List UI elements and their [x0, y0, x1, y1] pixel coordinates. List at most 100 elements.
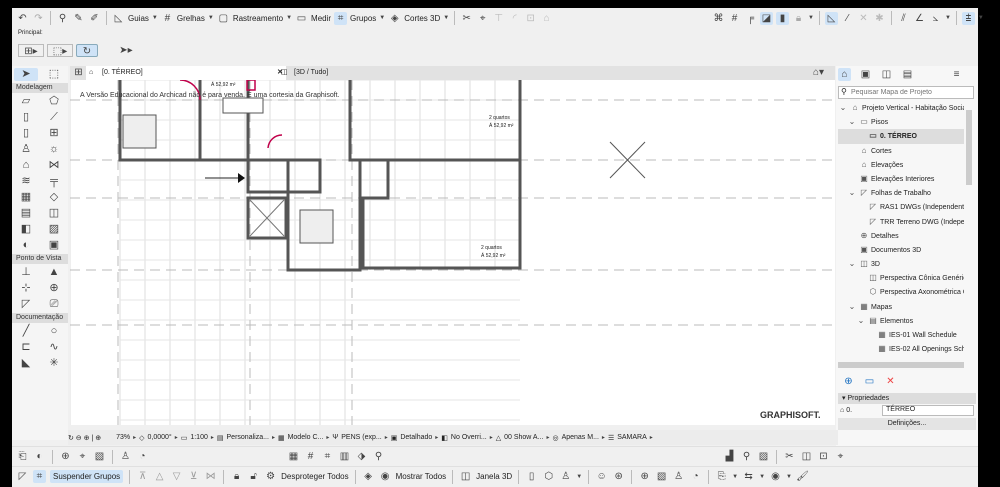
morph2-icon[interactable]: ◐ [20, 239, 33, 252]
globe-icon[interactable]: ⊕ [638, 470, 651, 483]
polyline-icon[interactable]: ⊏ [20, 341, 33, 354]
add-icon[interactable]: ⊕ [842, 375, 855, 388]
viewpoint-section[interactable]: Ponto de Vista [12, 254, 68, 264]
intersection-icon[interactable]: ✕ [857, 12, 870, 25]
lock-element-icon[interactable]: 🔒︎ [230, 470, 243, 483]
window3d-button[interactable]: Janela 3D [476, 472, 512, 481]
adjust-icon[interactable]: ⌖ [476, 12, 489, 25]
show-icon[interactable]: ⎗ [16, 450, 29, 463]
table-icon[interactable]: ▥ [338, 450, 351, 463]
elevation-tool-icon[interactable]: ▲ [48, 266, 61, 279]
grids-button[interactable]: Grelhas [177, 14, 205, 23]
view-options-icon[interactable]: ⌂▾ [812, 66, 825, 79]
pick-up-icon[interactable]: ⚲ [56, 12, 69, 25]
hide-icon[interactable]: ◐ [33, 450, 46, 463]
tree-item[interactable]: ◸ RAS1 DWGs (Independente) [838, 200, 964, 214]
guide-line-icon[interactable]: ◺ [824, 11, 838, 25]
railing-icon[interactable]: ╤ [48, 175, 61, 188]
perpendicular-icon[interactable]: ∠ [913, 12, 926, 25]
gravity-icon[interactable]: ◪ [760, 11, 773, 25]
trim-icon[interactable]: ⊤ [492, 12, 505, 25]
view-map-icon[interactable]: ▣ [859, 68, 872, 81]
line-tool-icon[interactable]: ╱ [20, 325, 33, 338]
cube-3d-icon[interactable]: ⬡ [542, 470, 555, 483]
transfer-icon[interactable]: ⇆ [742, 470, 755, 483]
stair-icon[interactable]: ≋ [20, 175, 33, 188]
tree-item[interactable]: ▦ IES-01 Wall Schedule [838, 328, 964, 342]
ghost-story-icon[interactable]: ♙ [672, 470, 685, 483]
zone-stamp-icon[interactable]: ▣ [48, 239, 61, 252]
horizontal-scrollbar[interactable] [838, 362, 964, 368]
tree-item[interactable]: ◸TRR Terreno DWG (Independente) [838, 215, 964, 229]
solid-ops-icon[interactable]: ⌂ [540, 12, 553, 25]
snap-icon[interactable]: ⌘ [712, 12, 725, 25]
hash-icon[interactable]: # [304, 450, 317, 463]
expander-icon[interactable]: ⌄ [847, 186, 857, 200]
section-tool-icon[interactable]: ⊥ [20, 266, 33, 279]
expander-icon[interactable]: ⌄ [847, 257, 857, 271]
roof-icon[interactable]: ⌂ [20, 159, 33, 172]
skylight-icon[interactable]: ◧ [20, 223, 33, 236]
magic-icon[interactable]: ⌖ [834, 450, 847, 463]
bring-front-icon[interactable]: ⊼ [136, 470, 149, 483]
publisher-icon[interactable]: ▤ [901, 68, 914, 81]
zoom-icon[interactable]: ⚲ [740, 450, 753, 463]
settings-button[interactable]: Definições... [838, 418, 976, 430]
floor-plan-canvas[interactable]: A Versão Educacional do Archicad não é p… [70, 80, 835, 425]
split-icon[interactable]: ✂ [460, 12, 473, 25]
grid-snap-icon[interactable]: # [728, 12, 741, 25]
backward-icon[interactable]: ▽ [170, 470, 183, 483]
mesh-icon[interactable]: ◇ [48, 191, 61, 204]
menu-icon[interactable]: ≡ [950, 68, 963, 81]
layer-combo[interactable]: Personaliza... [227, 434, 269, 441]
marquee-icon[interactable]: ⬚▸ [47, 44, 73, 57]
parallel-icon[interactable]: ⫽ [897, 12, 910, 25]
search-input[interactable] [838, 86, 974, 99]
slab-icon[interactable]: ⬠ [48, 95, 61, 108]
tree-item[interactable]: ⌄ ▤ Elementos [838, 314, 964, 328]
door-icon[interactable]: ▯ [20, 127, 33, 140]
undo-icon[interactable]: ↶ [16, 12, 29, 25]
send-back-icon[interactable]: ⊻ [187, 470, 200, 483]
snap-points-icon[interactable]: ⩲ [961, 11, 975, 25]
chart-icon[interactable]: ▟ [723, 450, 736, 463]
tree-item[interactable]: ◫ Perspectiva Cônica Genérica [838, 271, 964, 285]
cube-icon[interactable]: ▯ [525, 470, 538, 483]
expander-icon[interactable]: ⌄ [847, 300, 857, 314]
tree-item[interactable]: ▣ Documentos 3D [838, 243, 964, 257]
spline-icon[interactable]: ∿ [48, 341, 61, 354]
window-icon[interactable]: ⊞ [48, 127, 61, 140]
tab-3d[interactable]: ◫ [3D / Tudo] [278, 66, 398, 80]
explode-icon[interactable]: ⊡ [817, 450, 830, 463]
show-all-button[interactable]: Mostrar Todos [396, 472, 447, 481]
tree-item[interactable]: ⌄ ◸ Folhas de Trabalho [838, 186, 964, 200]
object-icon[interactable]: ♙ [20, 143, 33, 156]
measure-button[interactable]: Medir [311, 14, 331, 23]
syringe-icon[interactable]: ✐ [88, 12, 101, 25]
offset-icon[interactable]: ⊡ [524, 12, 537, 25]
sections3d-button[interactable]: Cortes 3D [404, 14, 440, 23]
tree-item[interactable]: ▣ Elevações Interiores [838, 172, 964, 186]
morph-icon[interactable]: ▨ [48, 223, 61, 236]
construction-grid-icon[interactable]: ╒ [744, 12, 757, 25]
copy-icon[interactable]: ⎘ [715, 470, 728, 483]
angle-icon[interactable]: ⦣ [929, 12, 942, 25]
tab-overview-icon[interactable]: ⊞ [72, 66, 85, 79]
render-icon[interactable]: ◉ [769, 470, 782, 483]
reference-icon[interactable]: ▧ [93, 450, 106, 463]
layout-icon[interactable]: ⊞▸ [18, 44, 44, 57]
arrow-tool-icon[interactable]: ➤▸ [113, 44, 139, 57]
expander-icon[interactable]: ⌄ [856, 314, 866, 328]
tree-item[interactable]: ⌂ Cortes [838, 144, 964, 158]
worksheet-tool-icon[interactable]: ◸ [20, 298, 33, 311]
scale-value[interactable]: 1:100 [190, 434, 208, 441]
trace-icon[interactable]: ⌖ [76, 450, 89, 463]
eyedropper-icon[interactable]: ✎ [72, 12, 85, 25]
guides-button[interactable]: Guias [128, 14, 149, 23]
delete-icon[interactable]: ✕ [884, 375, 897, 388]
cut-icon[interactable]: ✂ [783, 450, 796, 463]
settings-icon[interactable]: ▭ [863, 375, 876, 388]
unlock-element-icon[interactable]: 🔓︎ [247, 470, 260, 483]
tree-item[interactable]: ⌄ ◫ 3D [838, 257, 964, 271]
tree-item[interactable]: ⬡Perspectiva Axonométrica Genérica [838, 285, 965, 299]
